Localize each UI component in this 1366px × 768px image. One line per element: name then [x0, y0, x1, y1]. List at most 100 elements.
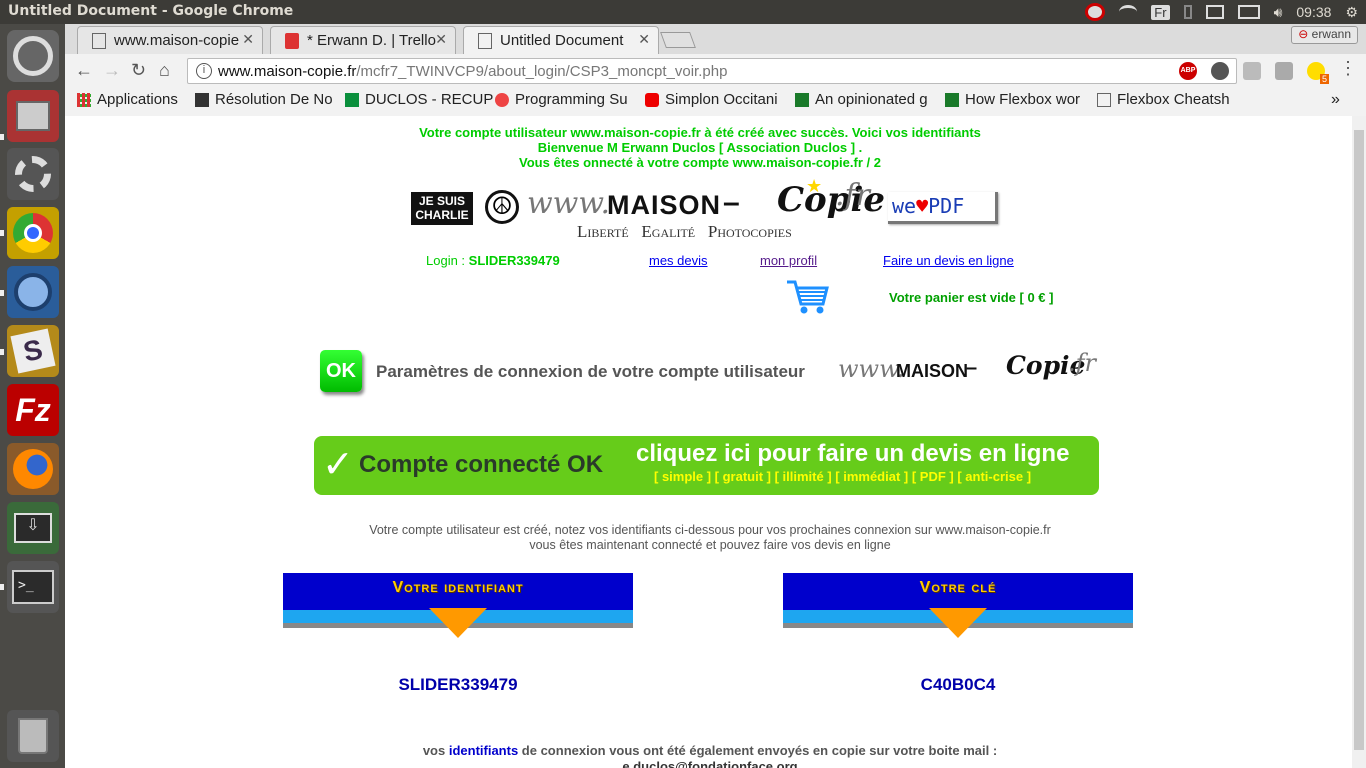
logo-maison: MAISON [896, 361, 968, 381]
reload-icon[interactable]: ↻ [131, 60, 146, 81]
devis-en-ligne-link[interactable]: Faire un devis en ligne [883, 253, 1014, 268]
firefox-icon[interactable] [7, 443, 59, 495]
connected-message: Vous êtes onnecté à votre compte www.mai… [519, 155, 881, 170]
tab-trello[interactable]: * Erwann D. | Trello ✕ [270, 26, 456, 54]
maison-copie-logo-small: www. MAISON – Copie .fr [838, 349, 1108, 389]
home-icon[interactable]: ⌂ [159, 60, 170, 81]
tab-label: * Erwann D. | Trello [307, 32, 436, 49]
os-top-bar: Untitled Document - Google Chrome Fr 🔊︎ … [0, 0, 1366, 24]
new-tab-button[interactable] [660, 32, 696, 48]
page-icon [195, 92, 209, 107]
banner-status: Compte connecté OK [359, 451, 604, 478]
battery-icon[interactable] [1237, 5, 1260, 19]
success-message-line1: Votre compte utilisateur www.maison-copi… [419, 125, 981, 140]
settings-gear-icon[interactable]: ⚙︎ [1345, 4, 1358, 21]
launcher: S Fz ⇩ >_ [0, 24, 65, 768]
footer-highlight: identifiants [448, 743, 519, 758]
bookmark-item[interactable]: How Flexbox wor [945, 91, 1080, 108]
banner-features: [ simple ] [ gratuit ] [ illimité ] [ im… [654, 469, 1032, 484]
dropbox-icon[interactable] [1085, 3, 1106, 21]
angular-icon[interactable] [1243, 62, 1261, 80]
address-bar[interactable]: i www.maison-copie.fr/mcfr7_TWINVCP9/abo… [187, 58, 1237, 84]
slack-icon[interactable]: S [7, 325, 59, 377]
bookmark-item[interactable]: Flexbox Cheatsh [1097, 91, 1230, 108]
bookmark-item[interactable]: An opinionated g [795, 91, 928, 108]
peace-icon: ☮ [485, 190, 519, 224]
extension-badge: 5 [1319, 74, 1329, 84]
logo-maison: MAISON [607, 190, 721, 220]
filezilla-icon[interactable]: Fz [7, 384, 59, 436]
extension-bulb-icon[interactable] [1211, 62, 1229, 80]
footer-part: de connexion vous ont été également envo… [518, 743, 998, 758]
profile-button[interactable]: ⊖ erwann [1291, 26, 1358, 44]
logo-www: www. [527, 186, 611, 221]
thunderbird-icon[interactable] [7, 266, 59, 318]
document-icon [1097, 92, 1111, 107]
page-icon [495, 92, 509, 107]
we-love-pdf-logo[interactable]: we♥PDF [888, 192, 998, 224]
menu-icon[interactable]: ⋮ [1339, 58, 1357, 79]
info-icon[interactable]: i [196, 63, 212, 79]
mail-icon[interactable] [1205, 5, 1224, 19]
files-icon[interactable] [7, 90, 59, 142]
mon-profil-link[interactable]: mon profil [760, 253, 817, 268]
devis-banner-button[interactable]: ✓ Compte connecté OK cliquez ici pour fa… [314, 436, 1099, 495]
logo-dash: – [966, 357, 978, 379]
heart-icon: ♥ [916, 194, 929, 218]
scrollbar-thumb[interactable] [1354, 130, 1364, 750]
maison-copie-logo[interactable]: www. MAISON – Copie ★ .fr Liberté Egalit… [527, 176, 885, 241]
bluetooth-icon[interactable] [1183, 5, 1192, 19]
chrome-icon[interactable] [7, 207, 59, 259]
login-label: Login : [426, 253, 469, 268]
shopping-cart-icon[interactable] [785, 278, 831, 316]
adblock-icon[interactable]: ABP [1179, 62, 1197, 80]
close-icon[interactable]: ✕ [242, 31, 254, 48]
login-value: SLIDER339479 [468, 253, 560, 268]
system-settings-icon[interactable] [7, 148, 59, 200]
terminal-icon[interactable]: >_ [7, 561, 59, 613]
close-icon[interactable]: ✕ [435, 31, 447, 48]
bookmark-item[interactable]: Simplon Occitani [645, 91, 778, 108]
system-tray: Fr 🔊︎ 09:38 ⚙︎ [1085, 0, 1358, 24]
tab-label: www.maison-copie [114, 32, 240, 49]
banner-cta: cliquez ici pour faire un devis en ligne [636, 440, 1070, 467]
cursor-extension-icon[interactable] [1275, 62, 1293, 80]
bookmark-item[interactable]: Résolution De No [195, 91, 333, 108]
checkmark-icon: ✓ [322, 444, 354, 486]
bookmark-item[interactable]: Applications [77, 91, 178, 108]
pdf-text: PDF [928, 194, 965, 218]
tab-untitled-document[interactable]: Untitled Document ✕ [463, 26, 659, 54]
page-scrollbar[interactable] [1352, 116, 1366, 768]
mes-devis-link[interactable]: mes devis [649, 253, 708, 268]
running-indicator [0, 290, 4, 296]
keyboard-indicator[interactable]: Fr [1151, 4, 1170, 20]
je-suis-charlie-logo: JE SUIS CHARLIE [411, 192, 473, 225]
footer-part: vos [422, 743, 449, 758]
browser-chrome: www.maison-copie ✕ * Erwann D. | Trello … [65, 24, 1366, 116]
volume-icon[interactable]: 🔊︎ [1274, 4, 1283, 21]
bookmark-item[interactable]: Programming Su [495, 91, 628, 108]
more-bookmarks-button[interactable]: » [1331, 91, 1340, 109]
ok-badge: OK [320, 350, 362, 392]
identifiant-value: SLIDER339479 [398, 675, 518, 694]
ubuntu-dash-icon[interactable] [7, 30, 59, 82]
clock[interactable]: 09:38 [1296, 4, 1331, 20]
bookmark-item[interactable]: DUCLOS - RECUP [345, 91, 493, 108]
bookmark-label: Programming Su [515, 91, 628, 108]
back-icon[interactable]: ← [75, 60, 93, 81]
sheets-icon [345, 92, 359, 107]
wifi-icon[interactable] [1119, 5, 1138, 19]
lightbulb-extension-icon[interactable]: 5 [1307, 62, 1329, 84]
cart-status: Votre panier est vide [ 0 € ] [889, 290, 1054, 305]
profile-icon: ⊖ [1298, 27, 1309, 41]
tab-maison-copie[interactable]: www.maison-copie ✕ [77, 26, 263, 54]
document-icon [92, 33, 106, 49]
trash-icon[interactable] [7, 710, 59, 762]
bookmark-label: An opinionated g [815, 91, 928, 108]
window-title: Untitled Document - Google Chrome [8, 3, 294, 19]
close-icon[interactable]: ✕ [638, 31, 650, 48]
forward-icon[interactable]: → [103, 60, 121, 81]
bookmark-label: How Flexbox wor [965, 91, 1081, 108]
identifiant-box: Votre identifiant [283, 573, 633, 643]
install-app-icon[interactable]: ⇩ [7, 502, 59, 554]
